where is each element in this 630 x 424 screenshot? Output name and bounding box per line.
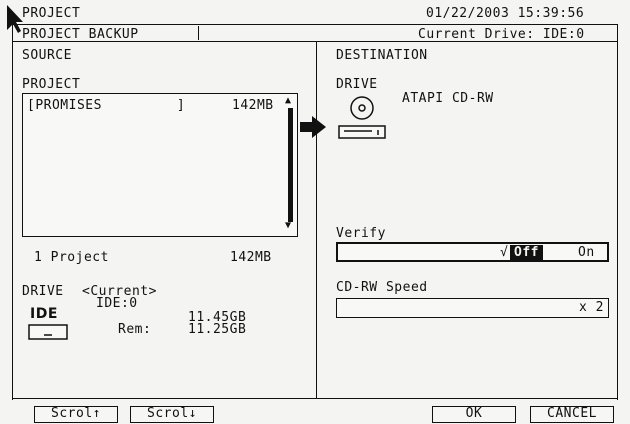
title-tab-divider-left: [198, 26, 199, 40]
project-label: PROJECT: [22, 77, 81, 92]
destination-drive-label: DRIVE: [336, 77, 378, 92]
destination-heading: DESTINATION: [336, 48, 428, 63]
ide-drive-label: IDE: [30, 306, 58, 322]
rem-label: Rem:: [118, 322, 152, 337]
check-mark-icon: √: [500, 245, 509, 260]
source-drive-label: DRIVE: [22, 284, 64, 299]
speed-label: CD-RW Speed: [336, 280, 428, 295]
current-drive: Current Drive: IDE:0: [418, 27, 585, 42]
project-list[interactable]: [PROMISES ] 142MB ▲ ▼: [22, 93, 298, 237]
source-drive-id: IDE:0: [96, 296, 138, 311]
project-total-size: 142MB: [230, 250, 272, 265]
panel-divider: [316, 41, 317, 398]
scroll-up-arrow-icon[interactable]: ▲: [285, 96, 292, 106]
cancel-button[interactable]: CANCEL: [530, 406, 614, 423]
verify-off-option[interactable]: Off: [510, 245, 543, 260]
verify-on-option[interactable]: On: [578, 245, 595, 260]
scroll-down-arrow-icon[interactable]: ▼: [285, 221, 292, 231]
verify-toggle[interactable]: √ Off On: [336, 242, 609, 262]
cd-rw-speed-value: x 2: [579, 300, 604, 315]
project-count: 1 Project: [34, 250, 109, 265]
date-time: 01/22/2003 15:39:56: [426, 6, 585, 21]
frame-left: [12, 24, 13, 400]
app-title: PROJECT: [22, 6, 81, 21]
page-title: PROJECT BACKUP: [22, 27, 139, 42]
verify-label: Verify: [336, 226, 386, 241]
ok-button[interactable]: OK: [432, 406, 516, 423]
title-divider: [12, 41, 618, 42]
header-divider: [12, 24, 618, 25]
hard-drive-icon: [28, 324, 68, 340]
project-size: 142MB: [232, 98, 274, 113]
scroll-up-button[interactable]: Scrol↑: [34, 406, 118, 423]
frame-right: [617, 24, 618, 400]
destination-drive-name: ATAPI CD-RW: [402, 91, 494, 106]
footer-divider: [12, 398, 618, 399]
cd-drive-icon: [338, 96, 386, 139]
rem-value: 11.25GB: [188, 322, 247, 337]
list-item[interactable]: [PROMISES ] 142MB: [27, 98, 283, 113]
cd-rw-speed-select[interactable]: x 2: [336, 298, 609, 318]
scroll-down-button[interactable]: Scrol↓: [130, 406, 214, 423]
scrollbar-thumb[interactable]: [288, 108, 293, 222]
source-heading: SOURCE: [22, 48, 72, 63]
project-name: [PROMISES ]: [27, 98, 186, 113]
transfer-arrow-icon: [300, 116, 326, 138]
